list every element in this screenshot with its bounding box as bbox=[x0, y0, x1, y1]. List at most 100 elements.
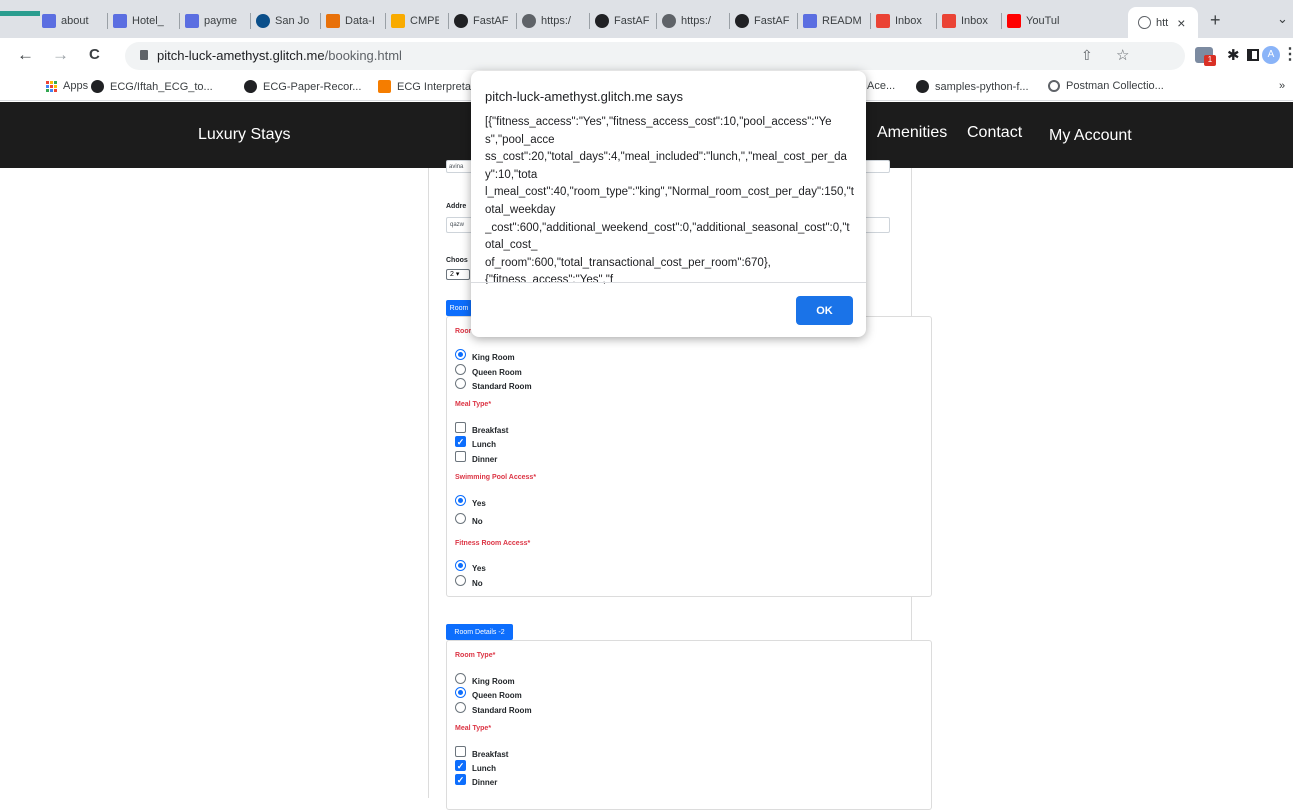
room1-dinner-checkbox[interactable]: Dinner bbox=[455, 449, 497, 464]
tab-label: FastAF bbox=[754, 15, 790, 27]
room1-queen-radio[interactable]: Queen Room bbox=[455, 362, 522, 377]
bookmark-ecg-paper[interactable]: ECG-Paper-Recor... bbox=[244, 80, 361, 93]
room1-pool-no-radio[interactable]: No bbox=[455, 511, 483, 526]
checkbox-control[interactable] bbox=[455, 746, 466, 757]
bookmark-star-icon[interactable]: ☆ bbox=[1116, 46, 1129, 64]
radio-control[interactable] bbox=[455, 673, 466, 684]
profile-avatar[interactable]: A bbox=[1262, 46, 1280, 64]
radio-control[interactable] bbox=[455, 349, 466, 360]
browser-tab[interactable]: Inbox bbox=[942, 7, 994, 35]
address-bar[interactable]: pitch-luck-amethyst.glitch.me/booking.ht… bbox=[125, 42, 1185, 70]
browser-tab[interactable]: https:/ bbox=[662, 7, 720, 35]
room1-tab[interactable]: Room bbox=[446, 300, 472, 316]
share-icon[interactable]: ⇧ bbox=[1081, 47, 1093, 64]
globe-icon bbox=[1138, 16, 1151, 29]
ok-button[interactable]: OK bbox=[796, 296, 853, 325]
checkmark-icon[interactable]: ✓ bbox=[455, 760, 466, 771]
github-icon bbox=[916, 80, 929, 93]
room2-king-radio[interactable]: King Room bbox=[455, 671, 515, 686]
room2-breakfast-checkbox[interactable]: Breakfast bbox=[455, 744, 508, 759]
room2-tab[interactable]: Room Details -2 bbox=[446, 624, 513, 640]
room1-meal-label: Meal Type* bbox=[455, 401, 492, 408]
browser-tab[interactable]: CMPE bbox=[391, 7, 439, 35]
apps-grid-icon bbox=[46, 80, 57, 92]
rooms-select[interactable]: 2 ▾ bbox=[446, 269, 470, 280]
brand-link[interactable]: Luxury Stays bbox=[198, 126, 290, 144]
alert-dialog: pitch-luck-amethyst.glitch.me says [{"fi… bbox=[471, 71, 866, 337]
globe-icon bbox=[662, 14, 676, 28]
checkbox-control[interactable] bbox=[455, 422, 466, 433]
bookmark-ecg-interpreta[interactable]: ECG Interpreta bbox=[378, 80, 471, 93]
tab-search-icon[interactable]: ⌄ bbox=[1277, 11, 1288, 27]
puzzle-icon[interactable]: ✱ bbox=[1227, 46, 1240, 64]
browser-tab[interactable]: READM bbox=[803, 7, 861, 35]
side-panel-icon[interactable] bbox=[1247, 49, 1259, 61]
room1-fitness-yes-radio[interactable]: Yes bbox=[455, 558, 486, 573]
room2-lunch-checkbox[interactable]: ✓ Lunch bbox=[455, 758, 496, 773]
room1-breakfast-checkbox[interactable]: Breakfast bbox=[455, 420, 508, 435]
bookmark-apps[interactable]: Apps bbox=[46, 80, 88, 92]
bookmark-label: samples-python-f... bbox=[935, 80, 1029, 93]
new-tab-button[interactable]: + bbox=[1210, 10, 1221, 31]
rooms-select-value: 2 bbox=[450, 271, 454, 278]
browser-tab[interactable]: about bbox=[42, 7, 100, 35]
postman-icon bbox=[1048, 80, 1060, 92]
browser-tab[interactable]: FastAF bbox=[595, 7, 650, 35]
bookmark-postman[interactable]: Postman Collectio... bbox=[1048, 80, 1164, 92]
radio-control[interactable] bbox=[455, 702, 466, 713]
browser-tab[interactable]: FastAF bbox=[735, 7, 790, 35]
browser-tab[interactable]: payme bbox=[185, 7, 243, 35]
close-tab-icon[interactable]: × bbox=[1177, 15, 1185, 31]
radio-control[interactable] bbox=[455, 378, 466, 389]
gmail-icon bbox=[942, 14, 956, 28]
radio-control[interactable] bbox=[455, 575, 466, 586]
room1-standard-radio[interactable]: Standard Room bbox=[455, 376, 532, 391]
room1-lunch-checkbox[interactable]: ✓ Lunch bbox=[455, 434, 496, 449]
radio-control[interactable] bbox=[455, 495, 466, 506]
browser-tab[interactable]: San Jo bbox=[256, 7, 312, 35]
nav-link-contact[interactable]: Contact bbox=[967, 124, 1022, 142]
room2-queen-radio[interactable]: Queen Room bbox=[455, 685, 522, 700]
fastapi-icon bbox=[595, 14, 609, 28]
teal-accent bbox=[0, 11, 40, 16]
room2-meal-label: Meal Type* bbox=[455, 725, 492, 732]
browser-menu-icon[interactable]: ⋮ bbox=[1282, 44, 1293, 64]
checkmark-icon[interactable]: ✓ bbox=[455, 436, 466, 447]
option-label: Yes bbox=[472, 564, 486, 573]
extension-icon[interactable]: 1 bbox=[1195, 47, 1216, 66]
browser-tab[interactable]: Inbox bbox=[876, 7, 928, 35]
tab-separator bbox=[448, 13, 449, 29]
radio-control[interactable] bbox=[455, 560, 466, 571]
room2-dinner-checkbox[interactable]: ✓ Dinner bbox=[455, 772, 497, 787]
radio-control[interactable] bbox=[455, 364, 466, 375]
checkmark-icon[interactable]: ✓ bbox=[455, 774, 466, 785]
browser-tab[interactable]: Hotel_ bbox=[113, 7, 171, 35]
tab-active[interactable]: htt × bbox=[1128, 7, 1198, 38]
browser-tab[interactable]: Data-I bbox=[326, 7, 378, 35]
bookmark-ace[interactable]: Ace... bbox=[867, 80, 895, 92]
back-icon[interactable]: ← bbox=[17, 45, 34, 65]
bookmark-ecg-iftah[interactable]: ECG/Iftah_ECG_to... bbox=[91, 80, 213, 93]
browser-tab[interactable]: FastAF bbox=[454, 7, 509, 35]
nav-link-amenities[interactable]: Amenities bbox=[877, 124, 947, 142]
bookmarks-overflow[interactable]: » bbox=[1279, 80, 1285, 92]
bookmark-label: Apps bbox=[63, 80, 89, 92]
checkbox-control[interactable] bbox=[455, 451, 466, 462]
room1-fitness-no-radio[interactable]: No bbox=[455, 573, 483, 588]
option-label: King Room bbox=[472, 353, 515, 362]
radio-control[interactable] bbox=[455, 687, 466, 698]
room1-pool-yes-radio[interactable]: Yes bbox=[455, 493, 486, 508]
github-icon bbox=[91, 80, 104, 93]
nav-link-my-account[interactable]: My Account bbox=[1049, 127, 1132, 145]
radio-control[interactable] bbox=[455, 513, 466, 524]
browser-tab[interactable]: YouTul bbox=[1007, 7, 1065, 35]
reload-icon[interactable]: C bbox=[89, 46, 100, 63]
room1-king-radio[interactable]: King Room bbox=[455, 347, 515, 362]
tab-separator bbox=[385, 13, 386, 29]
hotel-icon bbox=[113, 14, 127, 28]
room2-standard-radio[interactable]: Standard Room bbox=[455, 700, 532, 715]
bookmark-samples-python[interactable]: samples-python-f... bbox=[916, 80, 1029, 93]
browser-tab[interactable]: https:/ bbox=[522, 7, 580, 35]
blogger-icon bbox=[378, 80, 391, 93]
forward-icon[interactable]: → bbox=[52, 45, 69, 65]
